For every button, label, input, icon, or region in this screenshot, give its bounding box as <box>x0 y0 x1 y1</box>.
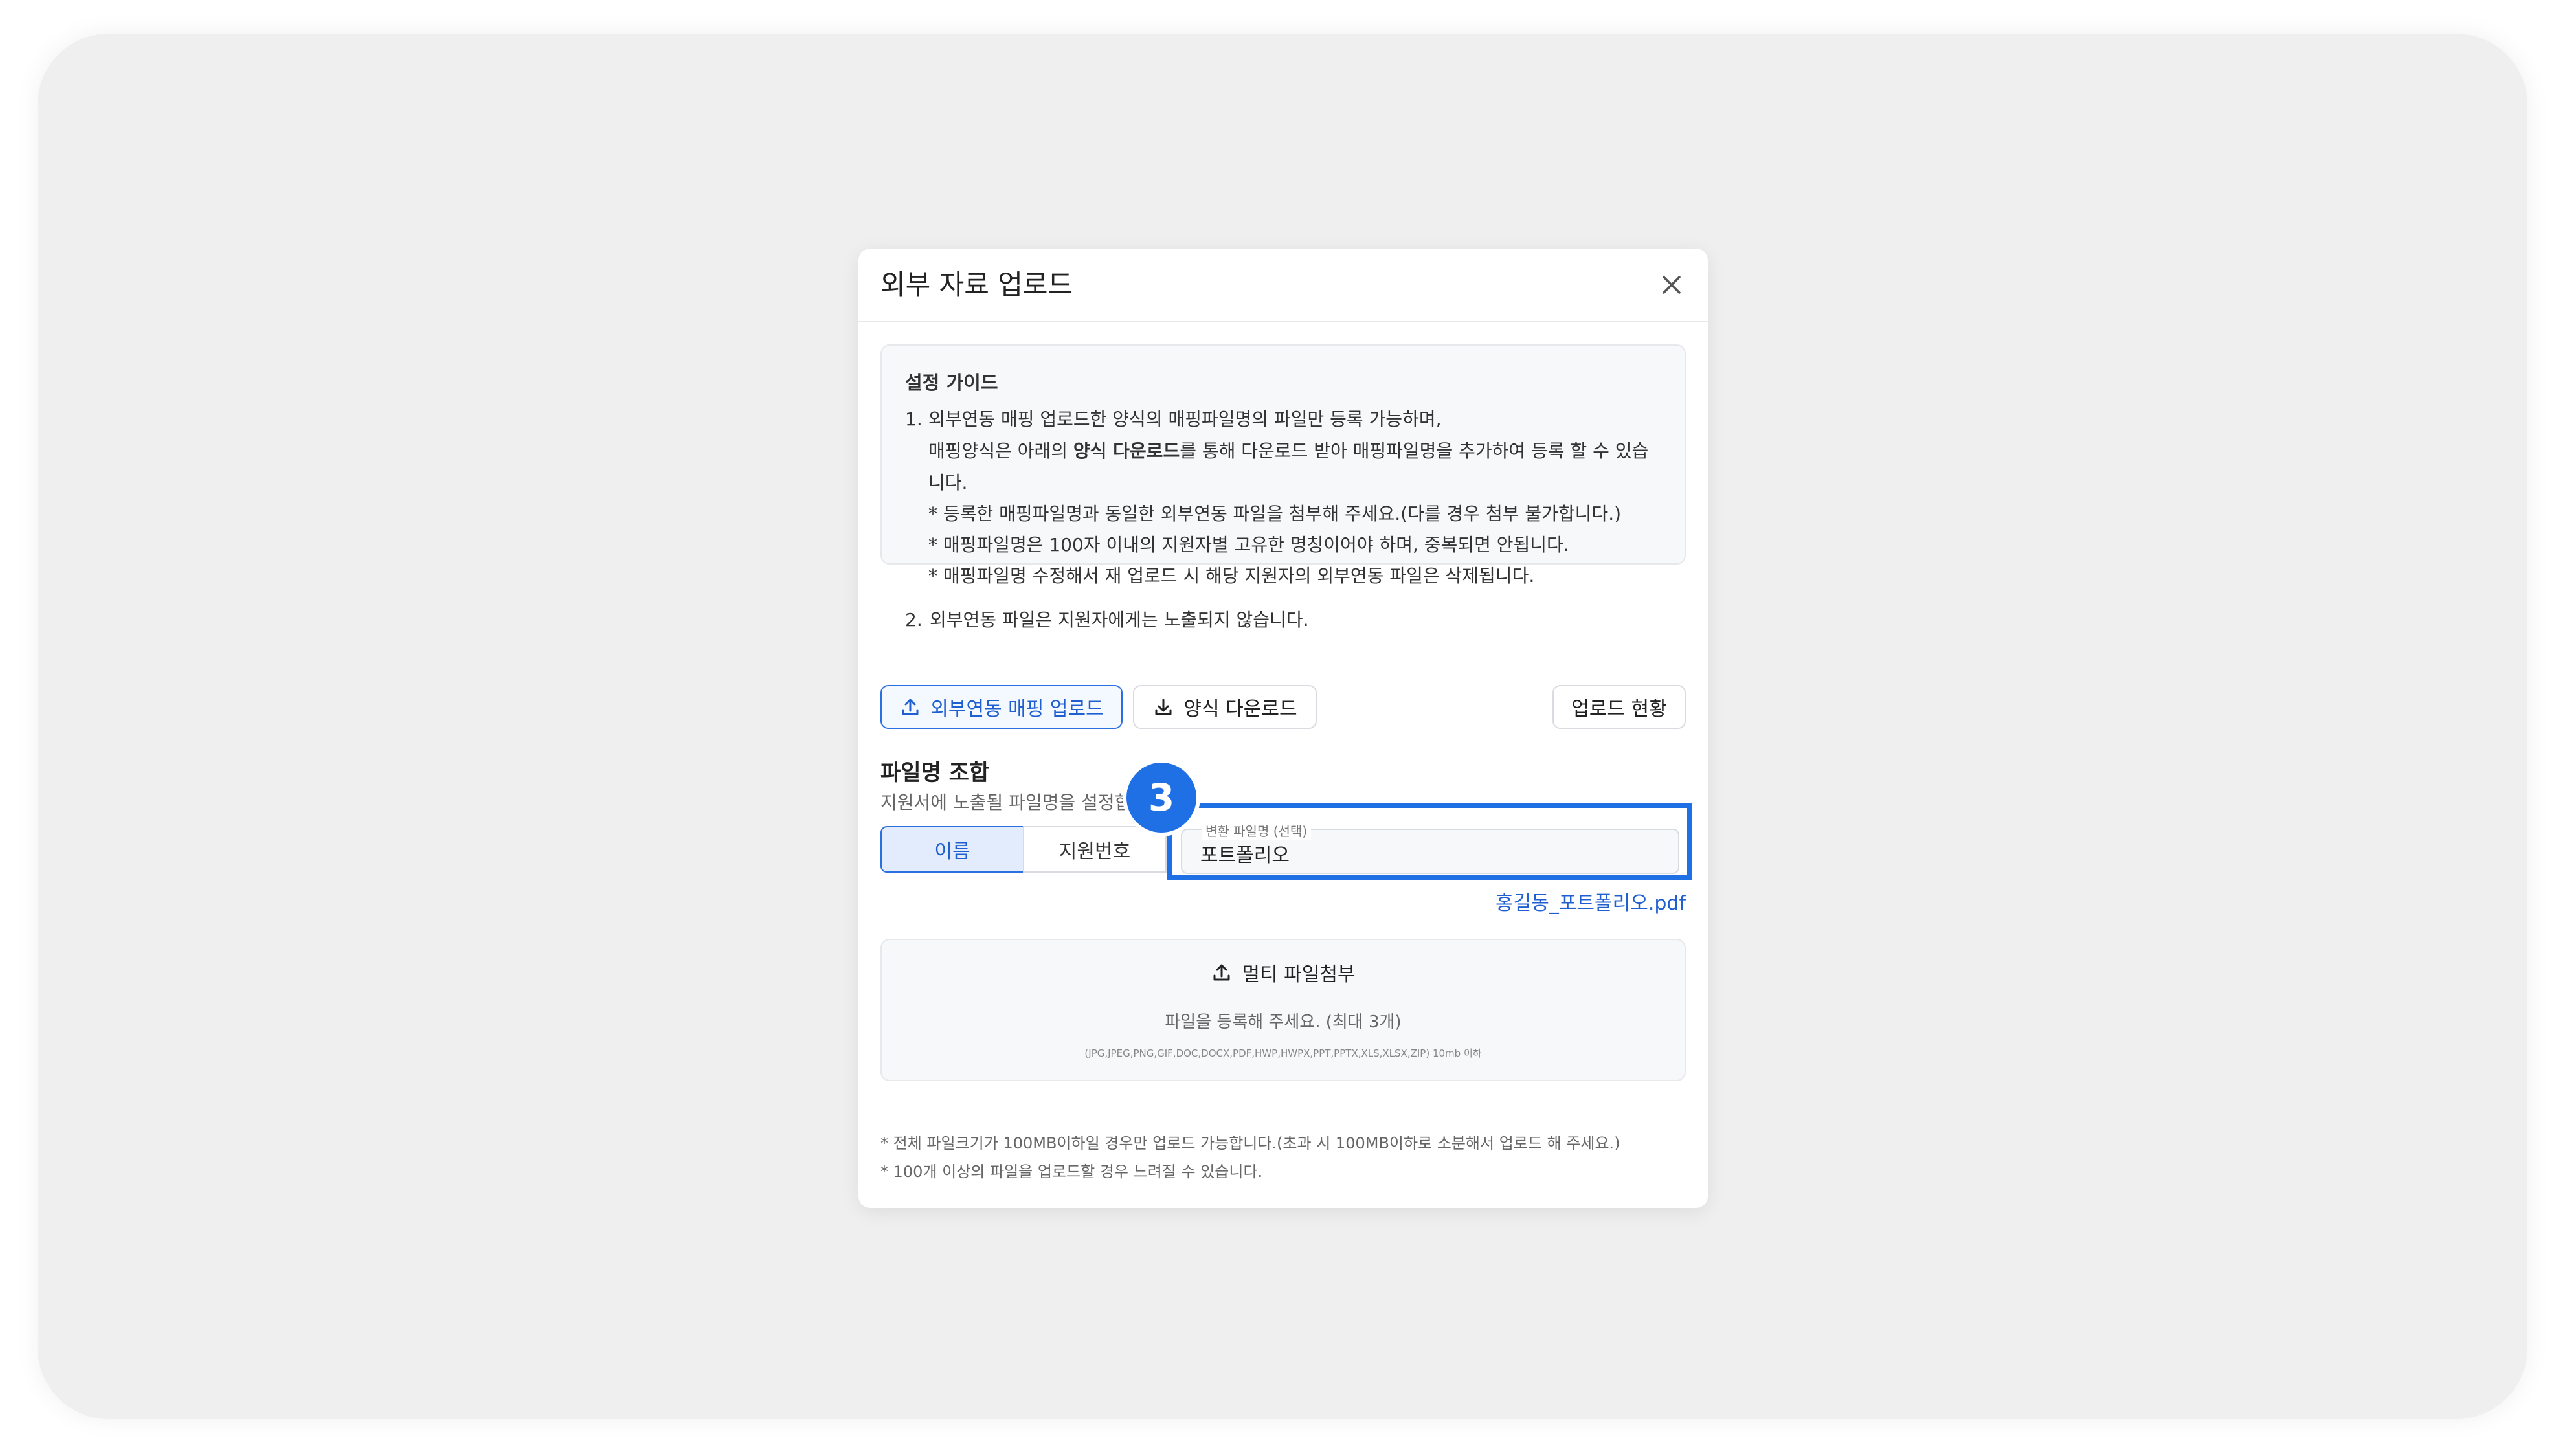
dropzone-formats: (JPG,JPEG,PNG,GIF,DOC,DOCX,PDF,HWP,HWPX,… <box>1084 1047 1482 1059</box>
guide-title: 설정 가이드 <box>905 372 998 394</box>
guide-note-c: * 매핑파일명 수정해서 재 업로드 시 해당 지원자의 외부연동 파일은 삭제… <box>928 565 1535 587</box>
guide-note-a: * 등록한 매핑파일명과 동일한 외부연동 파일을 첨부해 주세요.(다를 경우… <box>928 503 1622 524</box>
guide-item-1-line-3: 니다. <box>928 472 968 493</box>
guide-item-1-line-1: 외부연동 매핑 업로드한 양식의 매핑파일명의 파일만 등록 가능하며, <box>928 409 1442 430</box>
filename-section-desc: 지원서에 노출될 파일명을 설정합 <box>880 792 1132 813</box>
template-download-label: 양식 다운로드 <box>1183 698 1297 721</box>
segment-applicant-number[interactable]: 지원번호 <box>1023 826 1167 873</box>
footer-note-count: * 100개 이상의 파일을 업로드할 경우 느려질 수 있습니다. <box>880 1163 1263 1181</box>
dropzone-description: 파일을 등록해 주세요. (최대 3개) <box>1165 1013 1402 1032</box>
guide-bold-text: 양식 다운로드 <box>1073 440 1180 462</box>
mapping-upload-label: 외부연동 매핑 업로드 <box>930 698 1104 721</box>
mapping-upload-button[interactable]: 외부연동 매핑 업로드 <box>880 685 1123 729</box>
guide-item-1-number: 1. <box>905 409 923 430</box>
dropzone-title: 멀티 파일첨부 <box>1242 963 1356 986</box>
download-icon <box>1155 699 1172 715</box>
template-download-button[interactable]: 양식 다운로드 <box>1133 685 1317 729</box>
converted-filename-input[interactable]: 포트폴리오 <box>1200 839 1290 868</box>
footer-note-size: * 전체 파일크기가 100MB이하일 경우만 업로드 가능합니다.(초과 시 … <box>880 1134 1620 1152</box>
filename-section-title: 파일명 조합 <box>880 760 990 786</box>
setup-guide: 설정 가이드 1. 외부연동 매핑 업로드한 양식의 매핑파일명의 파일만 등록… <box>880 344 1686 587</box>
modal-title: 외부 자료 업로드 <box>880 269 1073 300</box>
guide-text: 매핑양식은 아래의 <box>928 440 1073 462</box>
converted-filename-field[interactable]: 변환 파일명 (선택) 포트폴리오 <box>1181 821 1679 874</box>
multi-file-dropzone[interactable]: 멀티 파일첨부 파일을 등록해 주세요. (최대 3개) (JPG,JPEG,P… <box>880 939 1686 1081</box>
upload-icon <box>1213 964 1230 981</box>
converted-filename-highlight: 변환 파일명 (선택) 포트폴리오 <box>1167 803 1692 880</box>
upload-icon <box>902 699 919 715</box>
upload-modal: 외부 자료 업로드 설정 가이드 1. 외부연동 매핑 업로드한 양식의 매핑파… <box>858 249 1708 1208</box>
converted-filename-label: 변환 파일명 (선택) <box>1202 821 1312 840</box>
guide-item-1-line-2: 매핑양식은 아래의 양식 다운로드를 통해 다운로드 받아 매핑파일명을 추가하… <box>928 440 1648 463</box>
upload-status-button[interactable]: 업로드 현황 <box>1552 685 1686 729</box>
step-badge: 3 <box>1126 763 1196 833</box>
dropzone-title-row[interactable]: 멀티 파일첨부 <box>882 958 1685 987</box>
filename-preview-link[interactable]: 홍길동_포트폴리오.pdf <box>1495 887 1686 915</box>
upload-status-label: 업로드 현황 <box>1571 698 1667 721</box>
segment-name[interactable]: 이름 <box>880 826 1024 873</box>
guide-note-b: * 매핑파일명은 100자 이내의 지원자별 고유한 명칭이어야 하며, 중복되… <box>928 534 1569 555</box>
guide-item-2-number: 2. <box>905 609 923 631</box>
close-icon[interactable] <box>1657 271 1686 299</box>
modal-header: 외부 자료 업로드 <box>858 249 1708 322</box>
guide-text: 를 통해 다운로드 받아 매핑파일명을 추가하여 등록 할 수 있습 <box>1180 440 1649 462</box>
guide-item-2-text: 외부연동 파일은 지원자에게는 노출되지 않습니다. <box>930 609 1309 631</box>
